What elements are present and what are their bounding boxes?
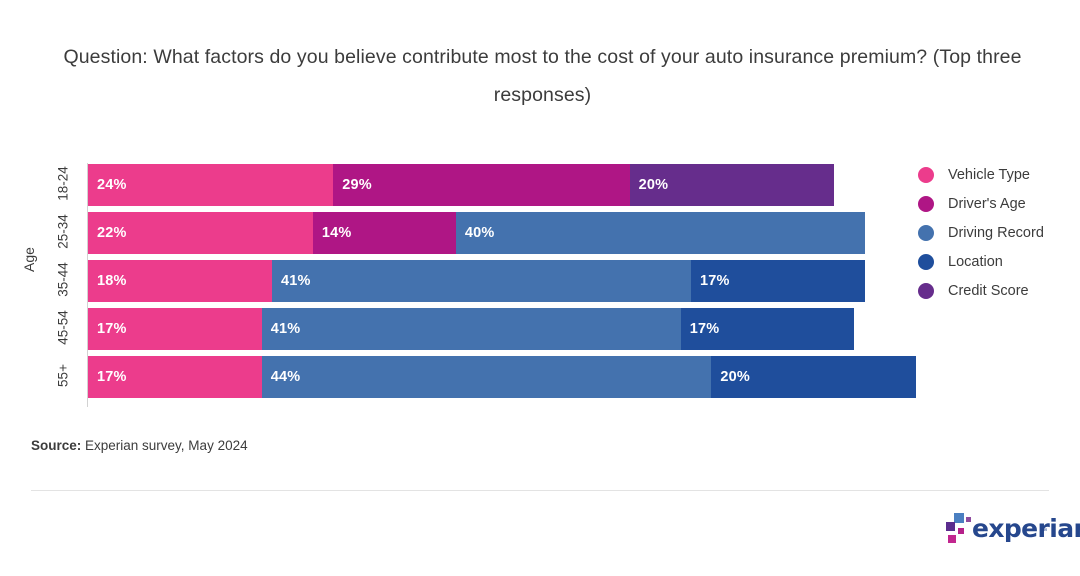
legend-item-0[interactable]: Vehicle Type (918, 160, 1078, 189)
page-title: Question: What factors do you believe co… (63, 46, 1022, 106)
bar-segment-label: 17% (97, 369, 127, 385)
chart-page: Question: What factors do you believe co… (0, 0, 1080, 576)
bar-segment-label: 17% (97, 321, 127, 337)
bar-segment-label: 41% (280, 273, 311, 289)
logo-square-icon-3 (958, 528, 964, 534)
legend-item-2[interactable]: Driving Record (918, 218, 1078, 247)
y-axis-tick-45-54: 45-54 (55, 310, 71, 345)
plot-area: 24% 29% 20% 22% 14% 40% 18% 41% 17% 17% 41% 17% 17% 4… (88, 164, 928, 406)
legend-label: Driver's Age (948, 195, 1026, 212)
y-axis-tick-18-24: 18-24 (55, 166, 71, 201)
logo-square-icon-1 (966, 517, 971, 522)
legend-swatch-icon (918, 282, 934, 299)
bar-segment: 22% (88, 212, 313, 254)
y-axis-tick-55+: 55+ (55, 364, 71, 387)
bar-segment: 29% (333, 164, 630, 206)
legend-swatch-icon (918, 253, 934, 270)
bar-segment-label: 20% (638, 177, 669, 193)
bar-segment: 17% (88, 308, 262, 350)
legend-label: Driving Record (948, 224, 1044, 241)
logo-square-icon-0 (954, 513, 964, 523)
logo-square-icon-2 (946, 522, 955, 531)
bar-segment-label: 18% (97, 273, 127, 289)
bar-segment-label: 44% (270, 369, 301, 385)
legend-swatch-icon (918, 166, 934, 183)
bar-segment-label: 29% (342, 177, 372, 193)
y-axis-tick-25-34: 25-34 (55, 214, 71, 249)
bar-segment: 44% (261, 356, 712, 398)
bar-segment-label: 20% (720, 369, 751, 385)
bar-segment: 40% (455, 212, 865, 254)
source-label: Source: (31, 438, 82, 453)
bar-segment-label: 14% (321, 225, 352, 241)
legend-label: Location (948, 253, 1003, 270)
bar-segment: 41% (261, 308, 681, 350)
bar-row: 17% 41% 17% (88, 308, 855, 350)
legend-swatch-icon (918, 195, 934, 212)
bar-segment-label: 40% (464, 225, 495, 241)
bar-segment: 41% (271, 260, 691, 302)
bar-segment: 20% (629, 164, 835, 206)
source-note: Source: Experian survey, May 2024 (31, 438, 248, 453)
bar-row: 24% 29% 20% (88, 164, 835, 206)
bar-segment: 18% (88, 260, 272, 302)
bar-segment: 20% (711, 356, 916, 398)
bar-segment: 17% (690, 260, 865, 302)
bar-segment-label: 17% (689, 321, 720, 337)
bar-segment: 17% (680, 308, 855, 350)
legend-label: Credit Score (948, 282, 1029, 299)
bar-segment-label: 17% (699, 273, 730, 289)
bar-segment: 24% (88, 164, 334, 206)
bar-segment-label: 22% (97, 225, 127, 241)
bar-row: 18% 41% 17% (88, 260, 865, 302)
bar-segment-label: 41% (270, 321, 301, 337)
trademark-symbol: ™ (1040, 528, 1047, 535)
legend-item-1[interactable]: Driver's Age (918, 189, 1078, 218)
footer-divider (31, 490, 1049, 491)
chart-legend: Vehicle Type Driver's Age Driving Record Lo… (918, 160, 1078, 305)
bar-segment: 14% (312, 212, 456, 254)
legend-label: Vehicle Type (948, 166, 1030, 183)
experian-logo: experian ™ (946, 512, 1080, 546)
legend-swatch-icon (918, 224, 934, 241)
experian-wordmark: experian (972, 514, 1080, 543)
bar-row: 22% 14% 40% (88, 212, 865, 254)
y-axis-title: Age (21, 247, 37, 272)
y-axis-tick-35-44: 35-44 (55, 262, 71, 297)
bar-segment-label: 24% (97, 177, 127, 193)
source-text: Experian survey, May 2024 (81, 438, 248, 453)
logo-square-icon-4 (948, 535, 956, 543)
legend-item-3[interactable]: Location (918, 247, 1078, 276)
bar-segment: 17% (88, 356, 262, 398)
bar-row: 17% 44% 20% (88, 356, 916, 398)
legend-item-4[interactable]: Credit Score (918, 276, 1078, 305)
